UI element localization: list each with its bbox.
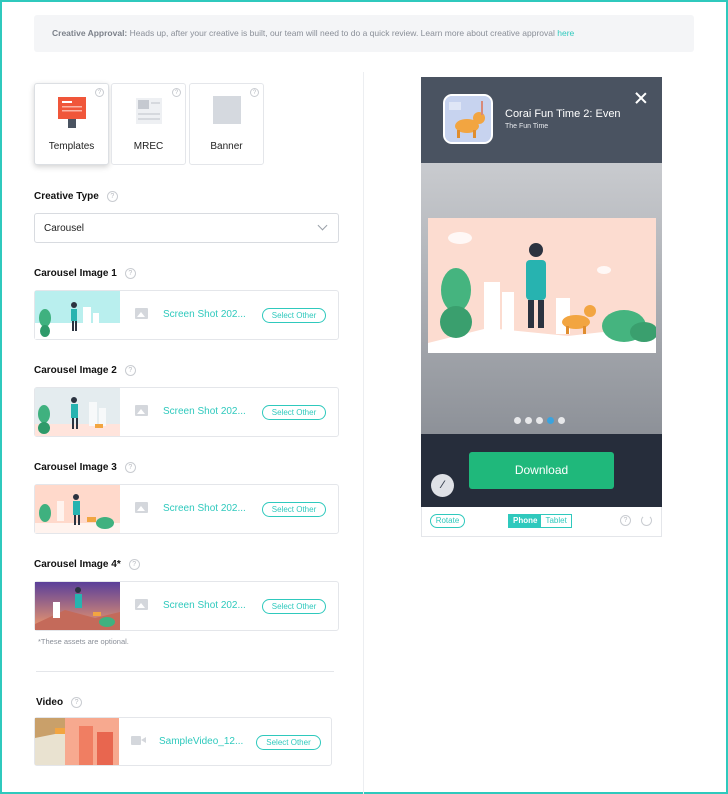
refresh-icon[interactable] (641, 515, 652, 526)
help-icon[interactable]: ? (620, 515, 631, 526)
carousel-image-1-thumbnail (35, 291, 120, 339)
carousel-image-1-heading: Carousel Image 1? (34, 268, 136, 279)
notice-link[interactable]: here (557, 28, 574, 38)
carousel-image-2-heading: Carousel Image 2? (34, 365, 136, 376)
rotate-button[interactable]: Rotate (430, 514, 465, 528)
carousel-image-3-heading: Carousel Image 3? (34, 462, 136, 473)
carousel-image-filename[interactable]: Screen Shot 202... (163, 309, 246, 320)
creative-type-heading: Creative Type? (34, 191, 118, 202)
select-other-button[interactable]: Select Other (256, 735, 321, 750)
mrec-icon (136, 98, 162, 124)
image-file-icon (135, 308, 148, 319)
banner-icon (213, 96, 241, 124)
carousel-image-2-thumbnail (35, 388, 120, 436)
carousel-image-label: Carousel Image 4* (34, 559, 121, 570)
brand-logo-icon: ⁄ (431, 474, 454, 497)
carousel-image-2-field: Screen Shot 202... Select Other (34, 387, 339, 437)
video-file-icon (131, 736, 146, 745)
help-icon[interactable]: ? (124, 462, 136, 473)
carousel-image-filename[interactable]: Screen Shot 202... (163, 503, 246, 514)
templates-icon (58, 97, 86, 128)
carousel-image-label: Carousel Image 1 (34, 268, 117, 279)
help-icon[interactable]: ? (128, 559, 140, 570)
preview-controls: Rotate Phone Tablet ? (421, 507, 662, 537)
ad-preview: Corai Fun Time 2: Even The Fun Time Down… (421, 77, 662, 507)
app-icon (443, 94, 493, 144)
tile-banner[interactable]: ? Banner (189, 83, 264, 165)
carousel-dot[interactable] (558, 417, 565, 424)
carousel-image-1-field: Screen Shot 202... Select Other (34, 290, 339, 340)
select-other-button[interactable]: Select Other (262, 308, 326, 323)
video-field: SampleVideo_12... Select Other (34, 717, 332, 766)
creative-type-value: Carousel (44, 223, 85, 234)
download-button[interactable]: Download (469, 452, 614, 489)
image-file-icon (135, 405, 148, 416)
help-icon[interactable]: ? (124, 365, 136, 376)
carousel-image-4-field: Screen Shot 202... Select Other (34, 581, 339, 631)
notice-text: Heads up, after your creative is built, … (129, 28, 555, 38)
video-heading: Video? (36, 697, 83, 708)
chevron-down-icon (317, 220, 328, 231)
carousel-image-4-thumbnail (35, 582, 120, 630)
carousel-image-4-heading: Carousel Image 4*? (34, 559, 140, 570)
preview-header: Corai Fun Time 2: Even The Fun Time (421, 77, 662, 163)
tile-label: Templates (48, 141, 95, 152)
column-divider (363, 72, 364, 794)
carousel-image-3-field: Screen Shot 202... Select Other (34, 484, 339, 534)
creative-type-label: Creative Type (34, 191, 99, 202)
carousel-image-3-thumbnail (35, 485, 120, 533)
carousel-image-label: Carousel Image 3 (34, 462, 117, 473)
carousel-dot[interactable] (536, 417, 543, 424)
optional-note: *These assets are optional. (38, 637, 129, 646)
app-subtitle: The Fun Time (505, 123, 549, 130)
tile-help-icon[interactable]: ? (250, 88, 259, 97)
creative-type-select[interactable]: Carousel (34, 213, 339, 243)
carousel-dot-active[interactable] (547, 417, 554, 424)
preview-footer: Download ⁄ (421, 434, 662, 507)
carousel-image-label: Carousel Image 2 (34, 365, 117, 376)
help-icon[interactable]: ? (106, 191, 118, 202)
tile-help-icon[interactable]: ? (172, 88, 181, 97)
carousel-dots (514, 417, 565, 424)
close-icon[interactable] (634, 91, 648, 105)
carousel-slide[interactable] (428, 218, 656, 353)
tile-label: MREC (133, 141, 164, 152)
video-thumbnail (35, 718, 119, 765)
select-other-button[interactable]: Select Other (262, 502, 326, 517)
carousel-dot[interactable] (525, 417, 532, 424)
image-file-icon (135, 502, 148, 513)
image-file-icon (135, 599, 148, 610)
tile-templates[interactable]: ? Templates (34, 83, 109, 165)
carousel-image-filename[interactable]: Screen Shot 202... (163, 406, 246, 417)
app-title: Corai Fun Time 2: Even (505, 108, 621, 120)
tile-mrec[interactable]: ? MREC (111, 83, 186, 165)
video-label: Video (36, 697, 64, 708)
select-other-button[interactable]: Select Other (262, 599, 326, 614)
section-divider (36, 671, 334, 672)
help-icon[interactable]: ? (71, 697, 83, 708)
device-tablet-option[interactable]: Tablet (541, 515, 570, 527)
tile-help-icon[interactable]: ? (95, 88, 104, 97)
creative-approval-notice: Creative Approval: Heads up, after your … (34, 15, 694, 52)
video-filename[interactable]: SampleVideo_12... (159, 736, 243, 747)
help-icon[interactable]: ? (124, 268, 136, 279)
tile-label: Banner (210, 141, 243, 152)
select-other-button[interactable]: Select Other (262, 405, 326, 420)
device-toggle: Phone Tablet (508, 514, 572, 528)
notice-title: Creative Approval: (52, 28, 128, 38)
device-phone-option[interactable]: Phone (509, 515, 542, 527)
carousel-dot[interactable] (514, 417, 521, 424)
preview-body (421, 163, 662, 434)
carousel-image-filename[interactable]: Screen Shot 202... (163, 600, 246, 611)
